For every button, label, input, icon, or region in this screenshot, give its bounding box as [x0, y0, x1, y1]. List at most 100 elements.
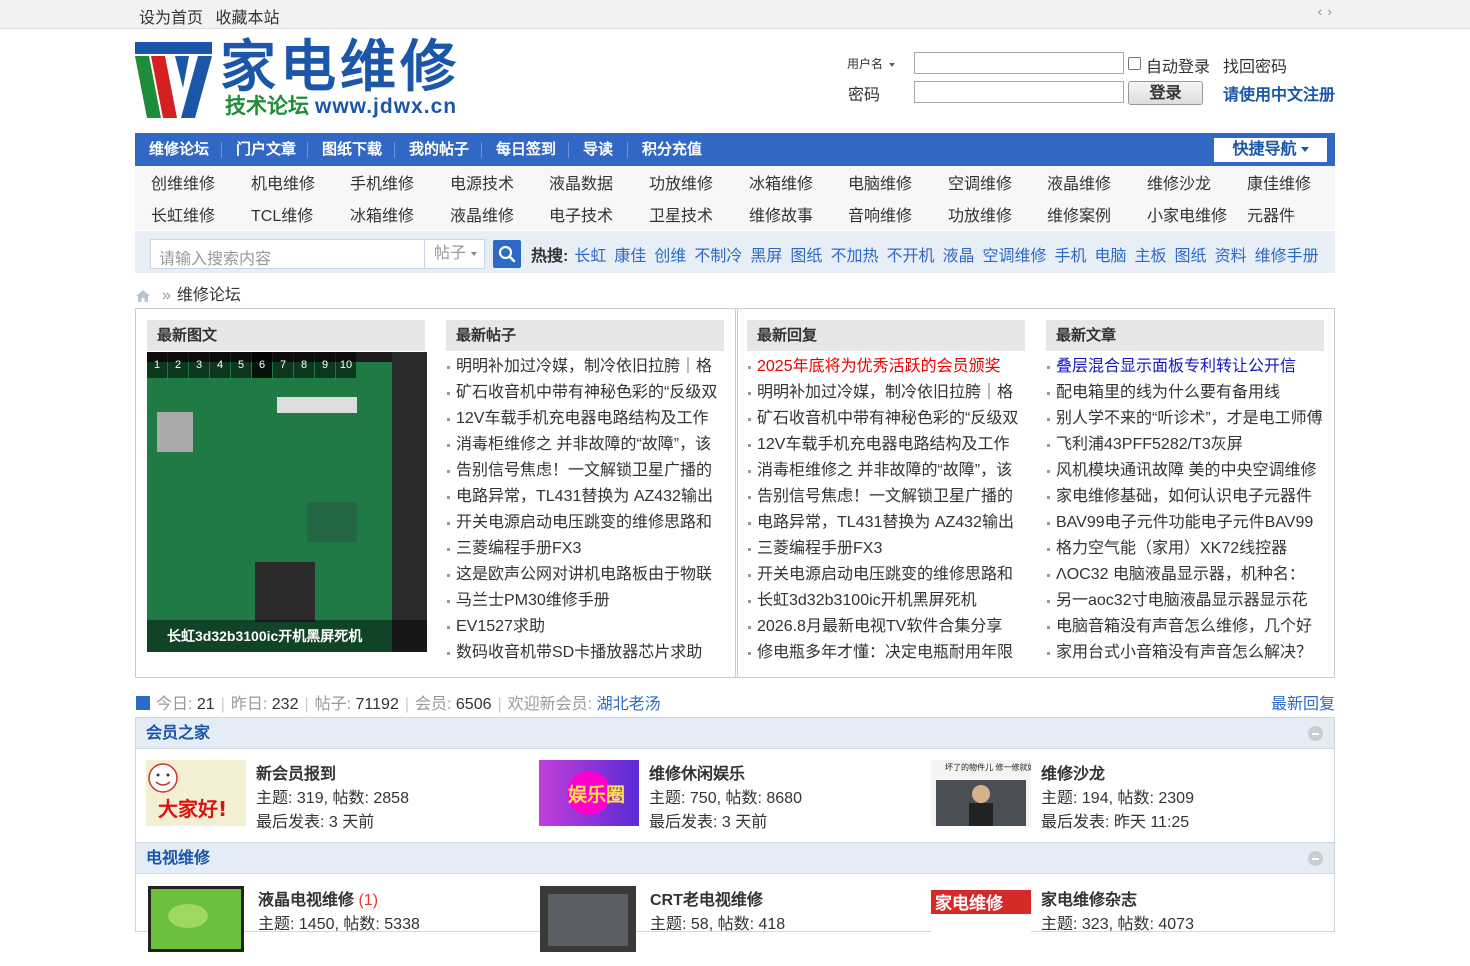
subnav-link[interactable]: 长虹维修: [151, 202, 215, 226]
forum-last-post[interactable]: 最后发表: 3 天前: [649, 808, 767, 832]
slide-page-button[interactable]: 9: [315, 352, 335, 378]
hot-search-keyword[interactable]: 不开机: [886, 248, 934, 265]
search-button[interactable]: [493, 240, 521, 268]
hot-search-keyword[interactable]: 主板: [1135, 248, 1167, 265]
search-type-select[interactable]: 帖子: [424, 239, 485, 269]
slide-page-button[interactable]: 6: [252, 352, 272, 378]
username-type-select[interactable]: 用户名: [847, 57, 896, 71]
forum-name[interactable]: 维修休闲娱乐: [649, 760, 745, 784]
list-item[interactable]: BAV99电子元件功能电子元件BAV99: [1046, 510, 1324, 536]
forum-icon-entertainment[interactable]: 娱乐圈: [539, 760, 639, 826]
slide-page-button[interactable]: 1: [147, 352, 167, 378]
list-item[interactable]: 这是欧声公网对讲机电路板由于物联: [446, 562, 724, 588]
list-item[interactable]: 家电维修基础，如何认识电子元器件: [1046, 484, 1324, 510]
subnav-link[interactable]: 液晶数据: [549, 170, 613, 194]
list-item[interactable]: 开关电源启动电压跳变的维修思路和: [747, 562, 1025, 588]
list-item[interactable]: 2026.8月最新电视TV软件合集分享: [747, 614, 1025, 640]
forum-item[interactable]: 液晶电视维修 (1) 主题: 1450, 帖数: 5338: [148, 886, 528, 966]
list-item[interactable]: 消毒柜维修之 并非故障的“故障”，该: [747, 458, 1025, 484]
list-item[interactable]: 长虹3d32b3100ic开机黑屏死机: [747, 588, 1025, 614]
forum-icon-salon[interactable]: 坏了的物件儿 修一修就好: [931, 760, 1031, 826]
subnav-link[interactable]: 卫星技术: [649, 202, 713, 226]
nav-guide[interactable]: 导读: [583, 133, 613, 166]
forum-name[interactable]: 维修沙龙: [1041, 760, 1105, 784]
nav-my-posts[interactable]: 我的帖子: [409, 133, 469, 166]
list-item[interactable]: 电路异常，TL431替换为 AZ432输出: [747, 510, 1025, 536]
subnav-link[interactable]: 电脑维修: [848, 170, 912, 194]
forum-item[interactable]: 娱乐圈 维修休闲娱乐 主题: 750, 帖数: 8680 最后发表: 3 天前: [539, 760, 919, 840]
list-item[interactable]: 别人学不来的“听诊术”，才是电工师傅: [1046, 406, 1324, 432]
nav-recharge[interactable]: 积分充值: [642, 133, 702, 166]
home-icon[interactable]: [136, 289, 150, 302]
list-item[interactable]: 修电瓶多年才懂：决定电瓶耐用年限: [747, 640, 1025, 666]
forum-name[interactable]: 液晶电视维修 (1): [258, 886, 378, 910]
forum-icon-lcd-tv[interactable]: [148, 886, 248, 952]
nav-forum[interactable]: 维修论坛: [149, 133, 209, 166]
forum-name[interactable]: 新会员报到: [256, 760, 336, 784]
subnav-link[interactable]: 液晶维修: [1047, 170, 1111, 194]
find-password-link[interactable]: 找回密码: [1223, 53, 1287, 77]
forum-item[interactable]: 家电维修 家电维修杂志 主题: 323, 帖数: 4073: [931, 886, 1311, 966]
new-replies-link[interactable]: 最新回复: [1271, 690, 1335, 714]
hot-search-keyword[interactable]: 不加热: [830, 248, 878, 265]
list-item[interactable]: 三菱编程手册FX3: [446, 536, 724, 562]
list-item[interactable]: 马兰士PM30维修手册: [446, 588, 724, 614]
slide-page-button[interactable]: 3: [189, 352, 209, 378]
category-title[interactable]: 会员之家: [146, 725, 210, 742]
slide-page-button[interactable]: 4: [210, 352, 230, 378]
subnav-link[interactable]: 功放维修: [948, 202, 1012, 226]
list-item[interactable]: 2025年底将为优秀活跃的会员颁奖: [747, 354, 1025, 380]
hot-search-keyword[interactable]: 康佳: [614, 248, 646, 265]
list-item[interactable]: 家用台式小音箱没有声音怎么解决？: [1046, 640, 1324, 666]
subnav-link[interactable]: 维修故事: [749, 202, 813, 226]
list-item[interactable]: 电路异常，TL431替换为 AZ432输出: [446, 484, 724, 510]
subnav-link[interactable]: 功放维修: [649, 170, 713, 194]
image-slider[interactable]: 1 2 3 4 5 6 7 8 9 10 长虹3d32b3100ic开机黑屏死机: [147, 352, 427, 652]
forum-icon-crt-tv[interactable]: [540, 886, 640, 952]
list-item[interactable]: 矿石收音机中带有神秘色彩的“反级双: [747, 406, 1025, 432]
slide-page-button[interactable]: 8: [294, 352, 314, 378]
hot-search-keyword[interactable]: 空调维修: [982, 248, 1046, 265]
hot-search-keyword[interactable]: 黑屏: [750, 248, 782, 265]
breadcrumb-current[interactable]: 维修论坛: [177, 287, 241, 304]
width-toggle-icon[interactable]: ‹ ›: [1318, 4, 1333, 19]
auto-login-label[interactable]: 自动登录: [1146, 53, 1210, 77]
slide-page-button[interactable]: 7: [273, 352, 293, 378]
collapse-icon[interactable]: [1308, 726, 1323, 741]
slide-page-button[interactable]: 2: [168, 352, 188, 378]
subnav-link[interactable]: 维修案例: [1047, 202, 1111, 226]
hot-search-keyword[interactable]: 不制冷: [694, 248, 742, 265]
subnav-link[interactable]: 音响维修: [848, 202, 912, 226]
forum-icon-welcome[interactable]: 大家好!: [146, 760, 246, 826]
list-item[interactable]: 明明补加过冷媒，制冷依旧拉胯｜格: [446, 354, 724, 380]
subnav-link[interactable]: 液晶维修: [450, 202, 514, 226]
password-input[interactable]: [914, 81, 1124, 103]
site-logo[interactable]: 家电维修 技术论坛 www.jdwx.cn: [135, 37, 475, 121]
forum-item[interactable]: 大家好! 新会员报到 主题: 319, 帖数: 2858 最后发表: 3 天前: [146, 760, 526, 840]
forum-last-post[interactable]: 最后发表: 昨天 11:25: [1041, 808, 1189, 832]
list-item[interactable]: 12V车载手机充电器电路结构及工作: [747, 432, 1025, 458]
subnav-link[interactable]: 冰箱维修: [350, 202, 414, 226]
hot-search-keyword[interactable]: 长虹: [574, 248, 606, 265]
forum-name[interactable]: 家电维修杂志: [1041, 886, 1137, 910]
forum-item[interactable]: CRT老电视维修 主题: 58, 帖数: 418: [540, 886, 920, 966]
list-item[interactable]: 飞利浦43PFF5282/T3灰屏: [1046, 432, 1324, 458]
hot-search-keyword[interactable]: 手机: [1055, 248, 1087, 265]
forum-item[interactable]: 坏了的物件儿 修一修就好 维修沙龙 主题: 194, 帖数: 2309 最后发表…: [931, 760, 1311, 840]
hot-search-keyword[interactable]: 电脑: [1095, 248, 1127, 265]
list-item[interactable]: ΛOC32 电脑液晶显示器，机种名：: [1046, 562, 1324, 588]
nav-portal[interactable]: 门户文章: [236, 133, 296, 166]
hot-search-keyword[interactable]: 液晶: [942, 248, 974, 265]
auto-login-checkbox[interactable]: [1128, 57, 1141, 70]
bookmark-link[interactable]: 收藏本站: [215, 10, 279, 27]
username-input[interactable]: [914, 52, 1124, 74]
list-item[interactable]: 叠层混合显示面板专利转让公开信: [1046, 354, 1324, 380]
subnav-link[interactable]: 康佳维修: [1247, 170, 1311, 194]
collapse-icon[interactable]: [1308, 851, 1323, 866]
list-item[interactable]: 开关电源启动电压跳变的维修思路和: [446, 510, 724, 536]
subnav-link[interactable]: 创维维修: [151, 170, 215, 194]
subnav-link[interactable]: 电子技术: [549, 202, 613, 226]
list-item[interactable]: 12V车载手机充电器电路结构及工作: [446, 406, 724, 432]
slide-page-button[interactable]: 10: [336, 352, 356, 378]
hot-search-keyword[interactable]: 维修手册: [1255, 248, 1319, 265]
